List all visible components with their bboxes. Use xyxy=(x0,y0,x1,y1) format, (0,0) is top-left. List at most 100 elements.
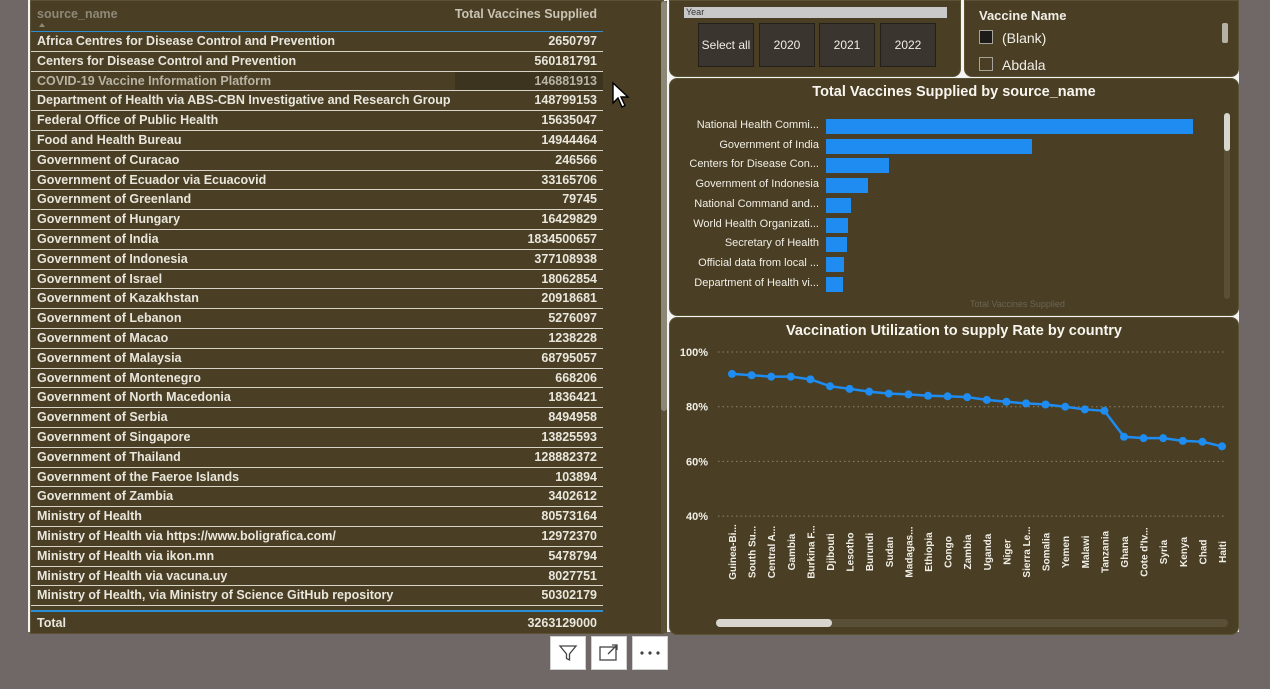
table-row[interactable]: Ministry of Health via vacuna.uy 8027751 xyxy=(31,567,603,587)
year-button-2022[interactable]: 2022 xyxy=(880,23,936,67)
table-row[interactable]: Africa Centres for Disease Control and P… xyxy=(31,32,603,52)
data-point[interactable] xyxy=(963,393,972,402)
table-row[interactable]: Centers for Disease Control and Preventi… xyxy=(31,52,603,72)
table-scrollbar-thumb[interactable] xyxy=(661,1,667,411)
x-category-label: Madagas... xyxy=(904,526,915,577)
table-row[interactable]: Ministry of Health via ikon.mn 5478794 xyxy=(31,547,603,567)
table-row[interactable]: Government of Hungary 16429829 xyxy=(31,210,603,230)
data-point[interactable] xyxy=(728,369,736,378)
year-button-select-all[interactable]: Select all xyxy=(698,23,754,67)
table-row[interactable]: Government of Greenland 79745 xyxy=(31,190,603,211)
cell-source-name: Africa Centres for Disease Control and P… xyxy=(37,34,335,48)
data-point[interactable] xyxy=(1061,402,1070,411)
data-point[interactable] xyxy=(767,372,776,381)
data-point[interactable] xyxy=(1041,400,1050,409)
table-row[interactable]: Government of Montenegro 668206 xyxy=(31,369,603,389)
data-point[interactable] xyxy=(904,390,913,399)
cell-source-name: Government of Macao xyxy=(37,330,169,345)
vaccine-item-blank[interactable]: (Blank) xyxy=(979,30,1046,46)
table-row[interactable]: Government of the Faeroe Islands 103894 xyxy=(31,468,603,488)
data-point[interactable] xyxy=(1120,432,1128,441)
column-header-source-name[interactable]: source_name xyxy=(37,7,118,21)
bar-mark[interactable] xyxy=(826,119,1193,134)
year-slicer: Year Select all 2020 2021 2022 xyxy=(669,0,961,77)
bar-category-label: Department of Health vi... xyxy=(694,276,819,289)
data-point[interactable] xyxy=(1178,436,1187,445)
table-row[interactable]: Government of Israel 18062854 xyxy=(31,270,603,290)
data-point[interactable] xyxy=(845,384,854,393)
table-row[interactable]: Government of Thailand 128882372 xyxy=(31,448,603,468)
year-button-2021[interactable]: 2021 xyxy=(819,23,875,67)
data-point[interactable] xyxy=(786,372,795,381)
table-row[interactable]: Government of Malaysia 68795057 xyxy=(31,349,603,369)
data-point[interactable] xyxy=(982,395,991,404)
cell-total-vaccines: 668206 xyxy=(555,370,597,385)
table-row[interactable]: Federal Office of Public Health 15635047 xyxy=(31,111,603,131)
vaccine-item-abdala[interactable]: Abdala xyxy=(979,57,1046,73)
table-row[interactable]: Government of Curacao 246566 xyxy=(31,151,603,171)
data-point[interactable] xyxy=(1002,397,1011,406)
table-row[interactable]: Government of Macao 1238228 xyxy=(31,329,603,349)
data-point[interactable] xyxy=(1218,442,1226,451)
table-scrollbar[interactable] xyxy=(661,1,667,633)
data-point[interactable] xyxy=(1139,434,1148,443)
table-row[interactable]: Ministry of Health, via Ministry of Scie… xyxy=(31,586,603,607)
data-point[interactable] xyxy=(1159,434,1168,443)
data-point[interactable] xyxy=(1022,399,1030,408)
bar-mark[interactable] xyxy=(826,158,889,174)
bar-mark[interactable] xyxy=(826,256,844,272)
line-chart-scrollbar[interactable] xyxy=(716,619,1228,627)
bar-chart-scrollbar-thumb[interactable] xyxy=(1224,113,1230,151)
cell-total-vaccines: 79745 xyxy=(562,192,597,207)
bar-mark[interactable] xyxy=(826,178,869,194)
data-point[interactable] xyxy=(924,391,932,400)
bar-chart-scrollbar[interactable] xyxy=(1224,113,1230,299)
column-header-total-vaccines[interactable]: Total Vaccines Supplied xyxy=(455,7,597,21)
bar-mark[interactable] xyxy=(826,237,848,253)
cell-total-vaccines: 15635047 xyxy=(541,113,597,128)
table-row[interactable]: Government of Singapore 13825593 xyxy=(31,428,603,448)
vaccine-slicer-scrollbar[interactable] xyxy=(1222,23,1228,43)
data-point[interactable] xyxy=(884,389,893,398)
bar-mark[interactable] xyxy=(826,276,843,292)
cell-source-name: Government of North Macedonia xyxy=(37,390,231,405)
table-row[interactable]: Government of Indonesia 377108938 xyxy=(31,250,603,270)
year-slicer-title: Year xyxy=(684,7,947,18)
data-point[interactable] xyxy=(826,382,834,391)
line-chart-scrollbar-thumb[interactable] xyxy=(716,619,832,627)
vaccine-name-slicer: Vaccine Name (Blank) Abdala xyxy=(964,0,1239,77)
data-point[interactable] xyxy=(865,387,874,396)
bar-mark[interactable] xyxy=(826,138,1032,154)
cell-source-name: Food and Health Bureau xyxy=(37,132,182,147)
table-row[interactable]: Ministry of Health 80573164 xyxy=(31,507,603,527)
focus-mode-button[interactable] xyxy=(591,636,627,670)
data-point[interactable] xyxy=(943,392,952,401)
table-row[interactable]: Government of Zambia 3402612 xyxy=(31,487,603,508)
table-row[interactable]: Government of Kazakhstan 20918681 xyxy=(31,289,603,310)
cell-total-vaccines: 103894 xyxy=(555,469,597,484)
table-row[interactable]: Food and Health Bureau 14944464 xyxy=(31,131,603,151)
data-point[interactable] xyxy=(806,375,815,384)
data-point[interactable] xyxy=(747,371,756,380)
cell-total-vaccines: 50302179 xyxy=(541,588,597,603)
checkbox-checked-icon[interactable] xyxy=(979,30,993,44)
more-options-button[interactable] xyxy=(632,636,668,670)
data-point[interactable] xyxy=(1100,406,1109,415)
table-row[interactable]: Government of Ecuador via Ecuacovid 33165… xyxy=(31,171,603,191)
bar-mark[interactable] xyxy=(826,217,849,233)
table-row[interactable]: Government of Serbia 8494958 xyxy=(31,408,603,428)
bar-mark[interactable] xyxy=(826,197,851,213)
cell-source-name: Government of India xyxy=(37,231,159,246)
table-row[interactable]: Ministry of Health via https://www.bolig… xyxy=(31,527,603,547)
checkbox-icon[interactable] xyxy=(979,57,993,71)
filter-button[interactable] xyxy=(550,636,586,670)
table-row[interactable]: Department of Health via ABS-CBN Investi… xyxy=(31,91,603,112)
table-row[interactable]: Government of Lebanon 5276097 xyxy=(31,309,603,329)
year-button-2020[interactable]: 2020 xyxy=(759,23,815,67)
table-row[interactable]: Government of India 1834500657 xyxy=(31,230,603,250)
mouse-cursor-icon xyxy=(612,81,630,108)
table-row[interactable]: COVID-19 Vaccine Information Platform 146… xyxy=(31,71,603,92)
data-point[interactable] xyxy=(1080,405,1089,414)
table-row[interactable]: Government of North Macedonia 1836421 xyxy=(31,388,603,409)
data-point[interactable] xyxy=(1198,437,1207,446)
